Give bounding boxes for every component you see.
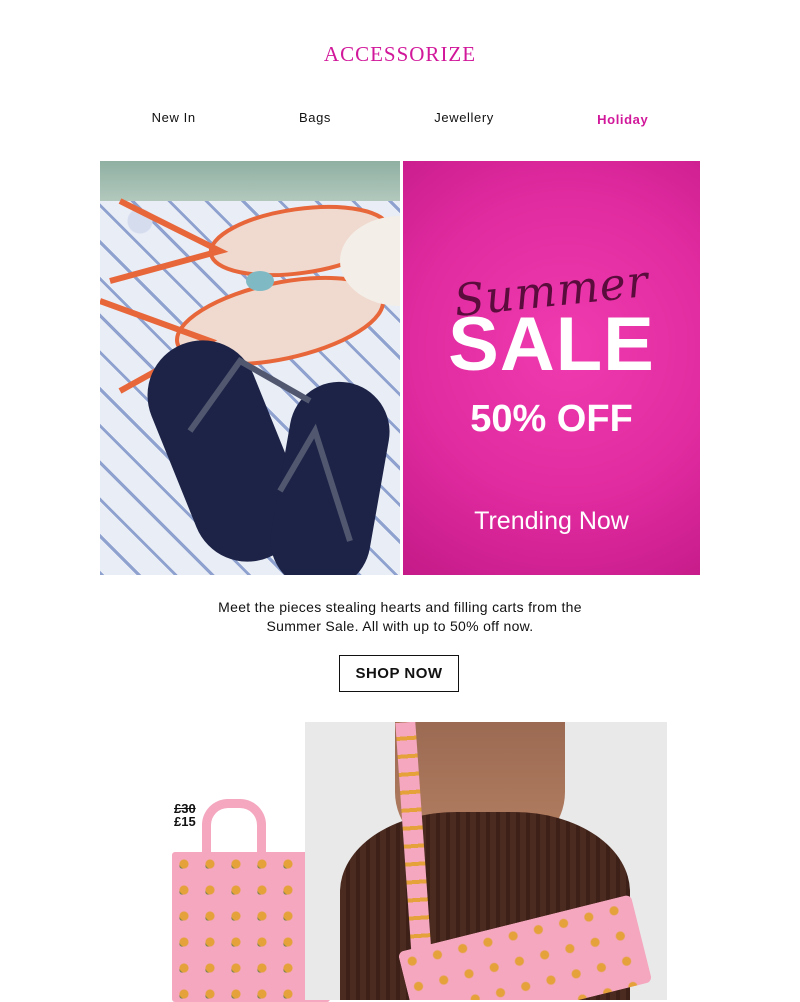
nav-item-new-in[interactable]: New In <box>152 110 196 125</box>
shop-now-button[interactable]: SHOP NOW <box>339 655 459 692</box>
brand-logo[interactable]: ACCESSORIZE <box>0 42 800 67</box>
price-tag: £30 £15 <box>174 802 196 828</box>
intro-copy: Meet the pieces stealing hearts and fill… <box>180 598 620 636</box>
flip-flops-image <box>100 161 400 575</box>
nav-item-holiday[interactable]: Holiday <box>597 112 648 127</box>
hero-banner[interactable]: Summer SALE 50% OFF Trending Now <box>100 161 700 575</box>
nav-item-jewellery[interactable]: Jewellery <box>434 110 494 125</box>
model-image[interactable] <box>305 722 667 1000</box>
nav-item-bags[interactable]: Bags <box>299 110 331 125</box>
product-feature[interactable]: £30 £15 <box>140 722 667 1002</box>
flip-flops-illustration <box>100 198 400 575</box>
main-nav: New In Bags Jewellery Holiday <box>100 110 700 127</box>
sale-headline: SALE <box>448 302 655 387</box>
trending-now-link[interactable]: Trending Now <box>403 507 700 536</box>
sale-price: £15 <box>174 814 196 829</box>
intro-line-2: Summer Sale. All with up to 50% off now. <box>266 618 534 634</box>
discount-text: 50% OFF <box>470 398 633 440</box>
intro-line-1: Meet the pieces stealing hearts and fill… <box>218 599 582 615</box>
sale-promo-panel[interactable]: Summer SALE 50% OFF Trending Now <box>403 161 700 575</box>
